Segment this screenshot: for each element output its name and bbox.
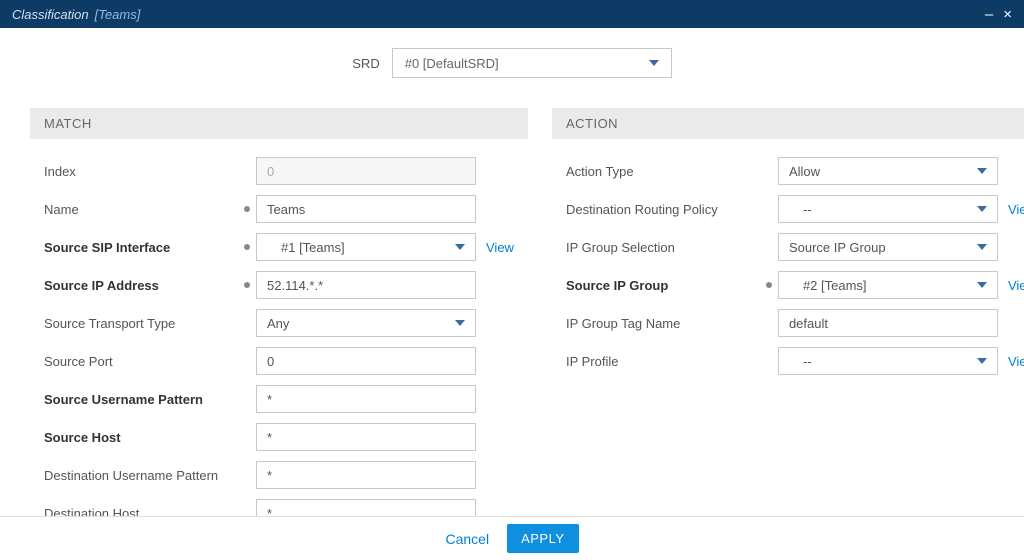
ip-profile-label: IP Profile (566, 354, 766, 369)
index-input: 0 (256, 157, 476, 185)
dest-routing-view-link[interactable]: View (1008, 202, 1024, 217)
apply-button[interactable]: APPLY (507, 524, 578, 553)
src-ip-group-select[interactable]: #2 [Teams] (778, 271, 998, 299)
dialog-footer: Cancel APPLY (0, 516, 1024, 560)
dialog-title: Classification (12, 7, 89, 22)
ipg-selection-select[interactable]: Source IP Group (778, 233, 998, 261)
minimize-icon[interactable]: – (985, 6, 993, 23)
chevron-down-icon (977, 206, 987, 212)
name-input[interactable]: Teams (256, 195, 476, 223)
src-transport-label: Source Transport Type (44, 316, 244, 331)
match-header: MATCH (30, 108, 528, 139)
chevron-down-icon (977, 168, 987, 174)
src-ip-group-label: Source IP Group (566, 278, 766, 293)
src-sip-if-select[interactable]: #1 [Teams] (256, 233, 476, 261)
ipg-selection-label: IP Group Selection (566, 240, 766, 255)
dest-routing-select[interactable]: -- (778, 195, 998, 223)
src-transport-select[interactable]: Any (256, 309, 476, 337)
name-label: Name (44, 202, 244, 217)
src-host-label: Source Host (44, 430, 244, 445)
src-port-label: Source Port (44, 354, 244, 369)
titlebar: Classification [Teams] – × (0, 0, 1024, 28)
chevron-down-icon (977, 358, 987, 364)
modified-dot-icon (766, 282, 772, 288)
close-icon[interactable]: × (1003, 6, 1012, 23)
cancel-button[interactable]: Cancel (445, 531, 489, 547)
action-type-label: Action Type (566, 164, 766, 179)
dialog-subtitle: [Teams] (95, 7, 141, 22)
dialog-content: SRD #0 [DefaultSRD] MATCH Index 0 Name T… (0, 28, 1024, 516)
ip-profile-select[interactable]: -- (778, 347, 998, 375)
dst-user-ptn-input[interactable]: * (256, 461, 476, 489)
dst-user-ptn-label: Destination Username Pattern (44, 468, 244, 483)
chevron-down-icon (977, 244, 987, 250)
action-header: ACTION (552, 108, 1024, 139)
index-label: Index (44, 164, 244, 179)
modified-dot-icon (244, 282, 250, 288)
src-ip-input[interactable]: 52.114.*.* (256, 271, 476, 299)
chevron-down-icon (455, 244, 465, 250)
src-ip-group-view-link[interactable]: View (1008, 278, 1024, 293)
srd-select[interactable]: #0 [DefaultSRD] (392, 48, 672, 78)
src-host-input[interactable]: * (256, 423, 476, 451)
modified-dot-icon (244, 206, 250, 212)
chevron-down-icon (977, 282, 987, 288)
src-ip-label: Source IP Address (44, 278, 244, 293)
chevron-down-icon (455, 320, 465, 326)
src-sip-if-label: Source SIP Interface (44, 240, 244, 255)
dst-host-label: Destination Host (44, 506, 244, 517)
ipg-tag-label: IP Group Tag Name (566, 316, 766, 331)
ip-profile-view-link[interactable]: View (1008, 354, 1024, 369)
srd-value: #0 [DefaultSRD] (405, 56, 499, 71)
dst-host-input[interactable]: * (256, 499, 476, 516)
ipg-tag-input[interactable]: default (778, 309, 998, 337)
dest-routing-label: Destination Routing Policy (566, 202, 766, 217)
src-user-ptn-input[interactable]: * (256, 385, 476, 413)
action-type-select[interactable]: Allow (778, 157, 998, 185)
match-section: MATCH Index 0 Name Teams Source SIP Inte… (30, 108, 528, 516)
src-port-input[interactable]: 0 (256, 347, 476, 375)
src-sip-if-view-link[interactable]: View (486, 240, 514, 255)
chevron-down-icon (649, 60, 659, 66)
modified-dot-icon (244, 244, 250, 250)
srd-label: SRD (352, 56, 379, 71)
srd-row: SRD #0 [DefaultSRD] (30, 48, 994, 78)
action-section: ACTION Action Type Allow Destination Rou… (552, 108, 1024, 516)
src-user-ptn-label: Source Username Pattern (44, 392, 244, 407)
